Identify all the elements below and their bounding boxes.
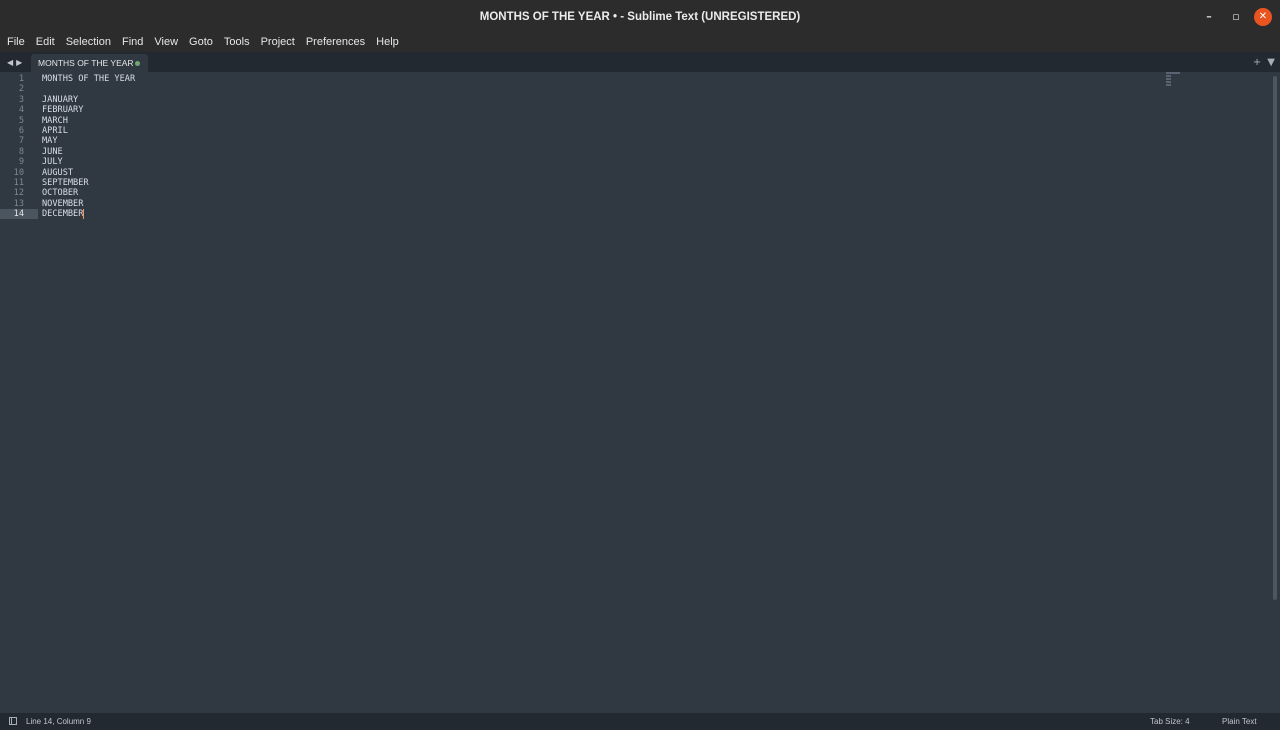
tab-nav: ◀ ▶	[7, 52, 22, 72]
new-tab-icon[interactable]: +	[1253, 57, 1261, 68]
minimap-line	[1166, 78, 1171, 80]
restore-icon[interactable]: ▫	[1227, 8, 1245, 26]
minimap-line	[1166, 84, 1171, 86]
title-bar: MONTHS OF THE YEAR • - Sublime Text (UNR…	[0, 0, 1280, 33]
line-number: 6	[18, 125, 24, 136]
code-line[interactable]: AUGUST	[42, 168, 135, 178]
line-number: 7	[18, 136, 24, 147]
line-number: 11	[13, 177, 24, 188]
line-number: 9	[18, 157, 24, 168]
menu-selection[interactable]: Selection	[62, 33, 115, 52]
line-number: 5	[18, 115, 24, 126]
unsaved-dot-icon[interactable]	[135, 61, 140, 66]
close-icon[interactable]: ✕	[1254, 7, 1272, 26]
menu-preferences[interactable]: Preferences	[302, 33, 369, 52]
menu-find[interactable]: Find	[118, 33, 147, 52]
code-line[interactable]: MONTHS OF THE YEAR	[42, 74, 135, 84]
menu-view[interactable]: View	[150, 33, 182, 52]
code-line-text[interactable]: DECEMBER	[42, 209, 83, 219]
line-number: 13	[13, 198, 24, 209]
menu-project[interactable]: Project	[257, 33, 299, 52]
line-number-active: 14	[0, 209, 38, 220]
line-number: 12	[13, 188, 24, 199]
editor-area[interactable]: 1 2 3 4 5 6 7 8 9 10 11 12 13 14 MONTHS …	[0, 72, 1280, 713]
tab-list-icon[interactable]: ▼	[1267, 57, 1275, 68]
minimize-icon[interactable]: –	[1200, 8, 1218, 26]
minimap-line	[1166, 75, 1171, 77]
menu-tools[interactable]: Tools	[220, 33, 254, 52]
tab-prev-icon[interactable]: ◀	[7, 58, 13, 67]
code-line[interactable]: JUNE	[42, 147, 135, 157]
line-number: 4	[18, 105, 24, 116]
line-number: 2	[18, 84, 24, 95]
menu-help[interactable]: Help	[372, 33, 403, 52]
cursor-position: Line 14, Column 9	[26, 717, 91, 726]
line-number: 10	[13, 167, 24, 178]
text-caret	[83, 209, 85, 220]
code-line[interactable]: NOVEMBER	[42, 199, 135, 209]
window-title: MONTHS OF THE YEAR • - Sublime Text (UNR…	[479, 10, 801, 23]
line-gutter: 1 2 3 4 5 6 7 8 9 10 11 12 13 14	[0, 74, 38, 220]
tab-bar-actions: + ▼	[1253, 52, 1275, 72]
code-line[interactable]: JULY	[42, 157, 135, 167]
tab-label: MONTHS OF THE YEAR	[38, 58, 134, 68]
code-line[interactable]: FEBRUARY	[42, 105, 135, 115]
line-number: 1	[18, 74, 24, 84]
minimap-line	[1166, 81, 1171, 83]
panel-toggle-icon[interactable]	[9, 717, 17, 725]
minimap[interactable]	[1166, 72, 1186, 92]
code-line[interactable]	[42, 84, 135, 94]
code-line[interactable]: OCTOBER	[42, 188, 135, 198]
line-number: 3	[18, 94, 24, 105]
status-bar: Line 14, Column 9 Tab Size: 4 Plain Text	[0, 713, 1280, 730]
syntax-indicator[interactable]: Plain Text	[1222, 713, 1257, 730]
code-text[interactable]: MONTHS OF THE YEAR JANUARY FEBRUARY MARC…	[42, 74, 135, 220]
code-line[interactable]: MARCH	[42, 116, 135, 126]
menu-edit[interactable]: Edit	[32, 33, 59, 52]
menu-file[interactable]: File	[3, 33, 29, 52]
code-line[interactable]: MAY	[42, 136, 135, 146]
code-line[interactable]: JANUARY	[42, 95, 135, 105]
minimap-line	[1166, 72, 1180, 74]
code-line[interactable]: SEPTEMBER	[42, 178, 135, 188]
menu-bar: File Edit Selection Find View Goto Tools…	[0, 33, 1280, 52]
line-number: 8	[18, 146, 24, 157]
code-line[interactable]: APRIL	[42, 126, 135, 136]
tab-months-of-the-year[interactable]: MONTHS OF THE YEAR	[31, 54, 148, 72]
code-line-active[interactable]: DECEMBER	[42, 209, 135, 220]
menu-goto[interactable]: Goto	[185, 33, 217, 52]
tab-size-indicator[interactable]: Tab Size: 4	[1150, 713, 1190, 730]
tab-next-icon[interactable]: ▶	[16, 58, 22, 67]
window-controls: – ▫ ✕	[1191, 0, 1272, 33]
tab-bar: ◀ ▶ MONTHS OF THE YEAR + ▼	[0, 52, 1280, 72]
vertical-scrollbar[interactable]	[1273, 76, 1277, 600]
